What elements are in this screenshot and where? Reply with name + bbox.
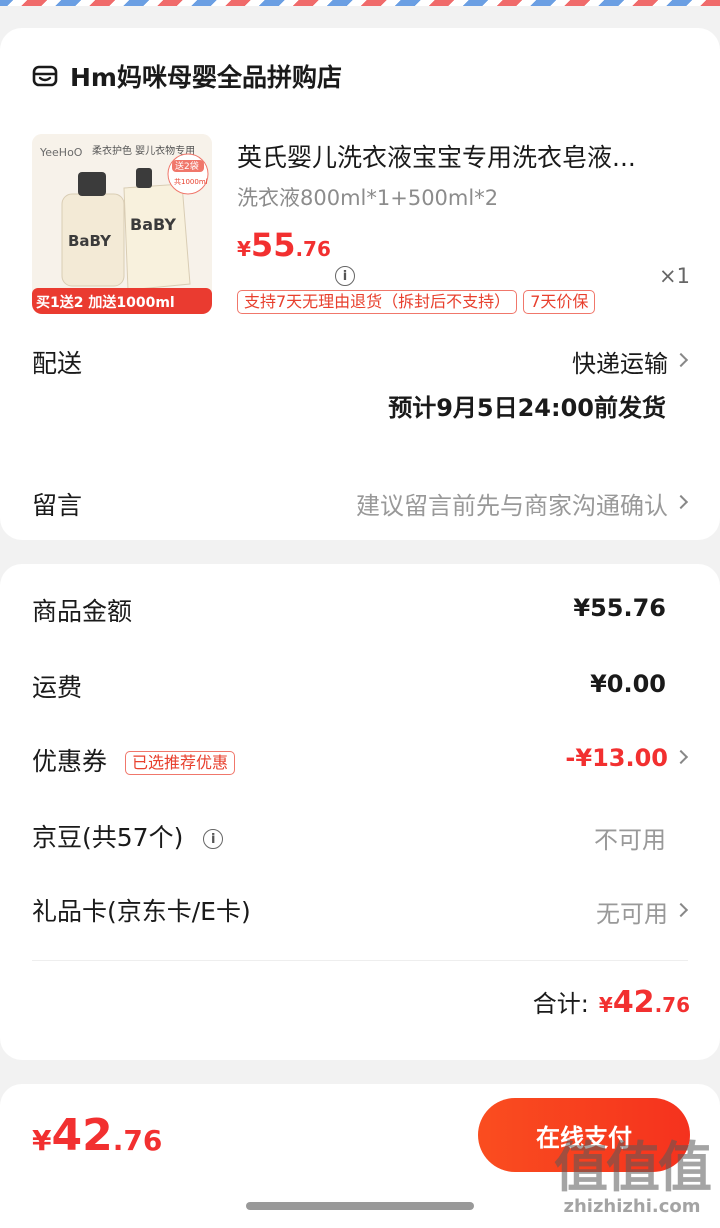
delivery-method-text: 快递运输 [572,350,668,378]
tagline-text: 柔衣护色 婴儿衣物专用 [92,144,195,157]
shipping-estimate: 预计9月5日24:00前发货 [388,394,666,422]
promo-banner-text: 买1送2 加送1000ml [36,294,175,311]
product-price: ¥ 55 .76 [237,226,331,264]
price-integer: 55 [250,226,296,264]
brand-text: YeeHoO [39,146,83,159]
remark-label: 留言 [32,491,83,520]
return-policy-tag[interactable]: 支持7天无理由退货（拆封后不支持） [237,290,518,314]
total-decimal: .76 [654,993,690,1017]
bottom-currency: ¥ [32,1124,52,1157]
beans-info-icon[interactable]: i [203,829,224,849]
shop-header[interactable]: Hm妈咪母婴全品拼购店 [32,58,342,94]
watermark: 值值值 zhizhizhi.com [554,1136,712,1218]
jd-beans-row: 京豆(共57个) i [32,818,224,854]
store-icon [32,65,58,87]
price-decimal: .76 [295,237,331,261]
jd-beans-label: 京豆(共57个) [32,823,184,852]
product-quantity: ×1 [659,264,690,288]
bonus-sub-text: 共1000ml [174,177,208,186]
gift-card-label: 礼品卡(京东卡/E卡) [32,897,251,926]
home-indicator[interactable] [246,1202,474,1210]
chevron-right-icon [673,352,689,368]
bottle-label: BaBY [68,232,112,250]
chevron-right-icon [673,494,689,510]
bonus-text: 送2袋 [175,160,199,172]
bottom-total-price: ¥ 42 .76 [32,1110,162,1161]
product-illustration: YeeHoO 柔衣护色 婴儿衣物专用 BaBY BaBY 送2袋 共1000ml… [32,134,212,314]
shop-card: Hm妈咪母婴全品拼购店 YeeHoO 柔衣护色 婴儿衣物专用 BaBY BaBY… [0,28,720,540]
total-currency: ¥ [598,993,613,1017]
coupon-amount: -¥13.00 [565,744,668,772]
product-image[interactable]: YeeHoO 柔衣护色 婴儿衣物专用 BaBY BaBY 送2袋 共1000ml… [32,134,212,314]
total-integer: 42 [612,985,655,1020]
shipping-fee-label: 运费 [32,673,83,702]
product-title[interactable]: 英氏婴儿洗衣液宝宝专用洗衣皂液... [237,138,677,174]
pouch-label: BaBY [130,215,176,234]
goods-amount-label: 商品金额 [32,597,133,626]
remark-field[interactable]: 建议留言前先与商家沟通确认 [356,486,689,521]
bottom-decimal: .76 [112,1124,163,1157]
service-tags: 支持7天无理由退货（拆封后不支持） 7天价保 [237,290,596,314]
gift-card-status: 无可用 [596,900,668,928]
delivery-label: 配送 [32,349,83,378]
coupon-label: 优惠券 [32,747,108,776]
delivery-method[interactable]: 快递运输 [572,344,689,379]
summary-divider [32,960,688,961]
coupon-row[interactable]: 优惠券 已选推荐优惠 [32,742,235,778]
watermark-logo: 值值值 [554,1136,712,1199]
shop-name: Hm妈咪母婴全品拼购店 [70,63,342,92]
product-spec[interactable]: 洗衣液800ml*1+500ml*2 [237,182,498,212]
price-currency: ¥ [237,237,251,261]
coupon-badge: 已选推荐优惠 [124,751,235,775]
price-protect-tag[interactable]: 7天价保 [523,290,596,314]
jd-beans-value: 不可用 [594,826,666,854]
shipping-fee-value: ¥0.00 [590,670,666,698]
airmail-stripe [0,0,720,6]
remark-hint: 建议留言前先与商家沟通确认 [356,492,668,520]
gift-card-value[interactable]: 无可用 [596,894,689,929]
total-row: 合计: ¥ 42 .76 [533,984,690,1020]
bottom-integer: 42 [51,1110,113,1161]
watermark-url: zhizhizhi.com [563,1196,701,1217]
goods-amount-value: ¥55.76 [573,594,666,622]
summary-card: 商品金额 ¥55.76 运费 ¥0.00 优惠券 已选推荐优惠 -¥13.00 … [0,564,720,1060]
total-label: 合计: [532,990,589,1018]
chevron-right-icon [673,902,689,918]
chevron-right-icon [673,749,689,764]
price-info-icon[interactable]: i [335,266,355,286]
coupon-value[interactable]: -¥13.00 [565,744,689,772]
